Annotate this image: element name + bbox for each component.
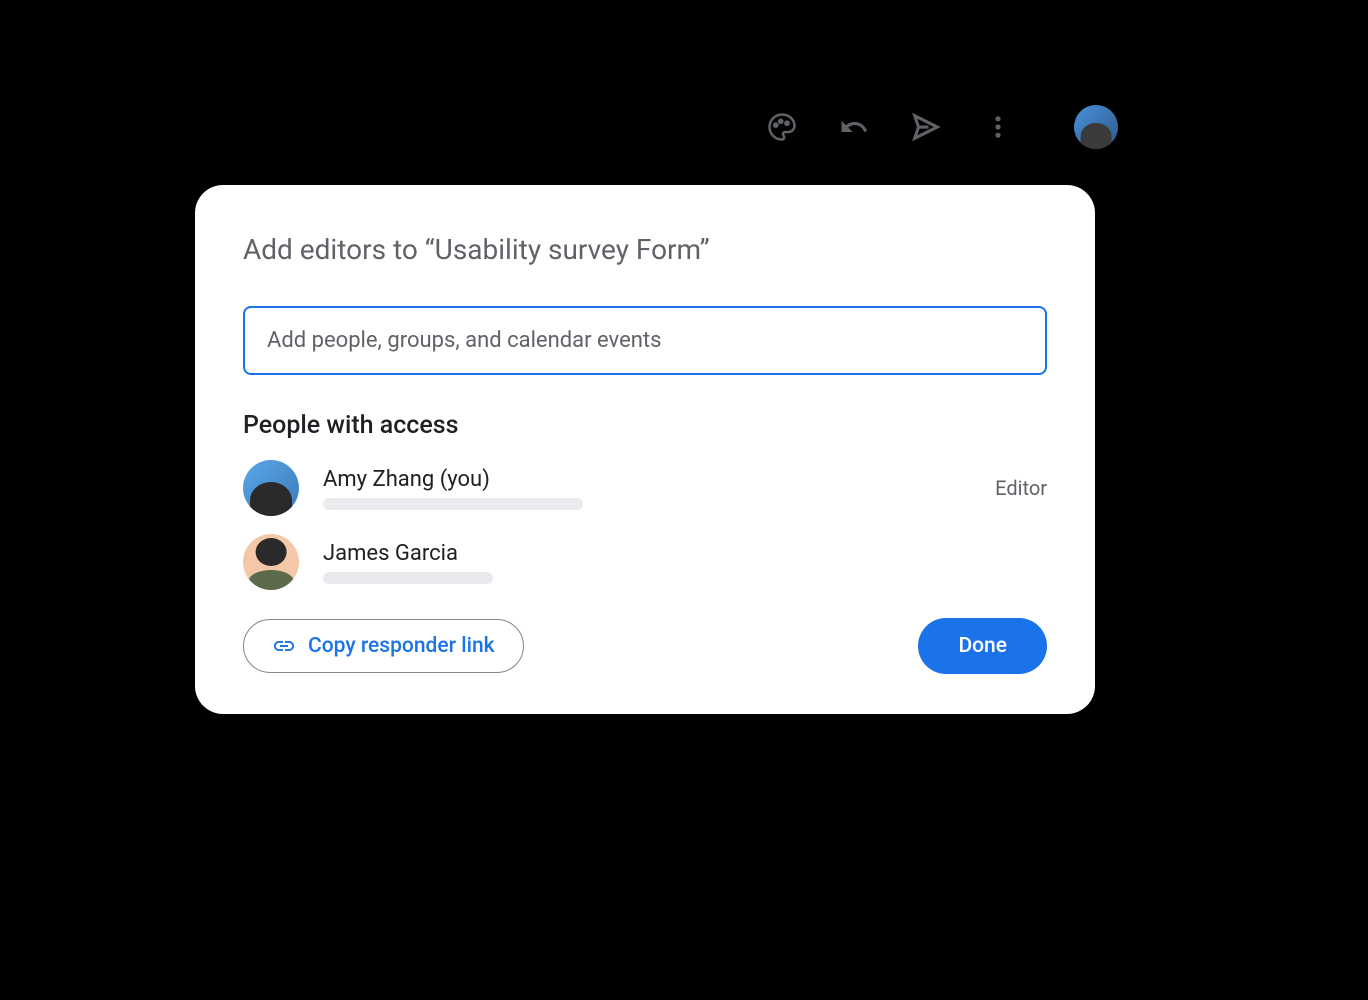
avatar: [243, 460, 299, 516]
copy-link-label: Copy responder link: [308, 634, 495, 658]
done-button[interactable]: Done: [918, 618, 1047, 674]
undo-icon[interactable]: [838, 111, 870, 143]
person-name: James Garcia: [323, 541, 1047, 566]
person-row: Amy Zhang (you) Editor: [243, 460, 1047, 516]
people-with-access-title: People with access: [243, 411, 1047, 440]
send-icon[interactable]: [910, 111, 942, 143]
copy-responder-link-button[interactable]: Copy responder link: [243, 619, 524, 673]
share-dialog: Add editors to “Usability survey Form” P…: [195, 185, 1095, 714]
person-email-placeholder: [323, 498, 583, 510]
avatar: [243, 534, 299, 590]
user-avatar[interactable]: [1074, 105, 1118, 149]
person-email-placeholder: [323, 572, 493, 584]
add-people-input[interactable]: [243, 306, 1047, 375]
link-icon: [272, 634, 296, 658]
person-info: James Garcia: [323, 541, 1047, 584]
role-label: Editor: [995, 476, 1047, 500]
dialog-title: Add editors to “Usability survey Form”: [243, 233, 1047, 266]
dialog-footer: Copy responder link Done: [243, 618, 1047, 674]
palette-icon[interactable]: [766, 111, 798, 143]
more-icon[interactable]: [982, 111, 1014, 143]
person-row: James Garcia: [243, 534, 1047, 590]
toolbar: [766, 105, 1118, 149]
person-name: Amy Zhang (you): [323, 467, 971, 492]
person-info: Amy Zhang (you): [323, 467, 971, 510]
